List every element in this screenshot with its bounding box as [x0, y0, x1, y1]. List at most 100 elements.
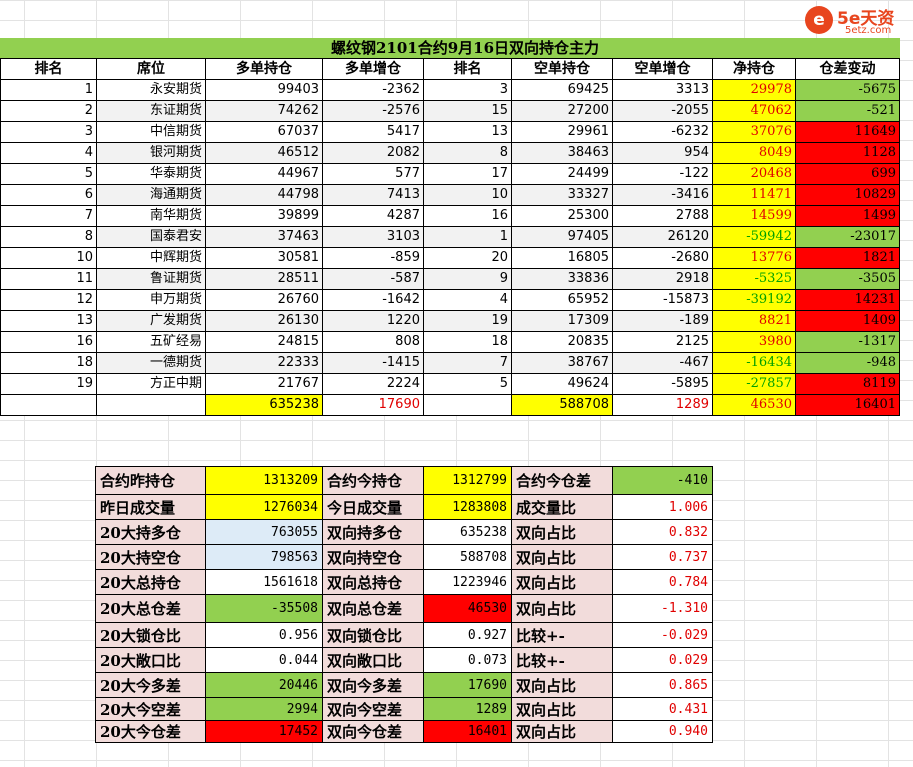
table-cell[interactable]: 8	[0, 226, 97, 248]
summary-value[interactable]: 2994	[205, 697, 323, 721]
summary-value[interactable]: 1283808	[423, 494, 512, 520]
summary-label[interactable]: 20大持多仓	[95, 519, 206, 545]
table-cell[interactable]: 申万期货	[96, 289, 206, 311]
table-cell[interactable]: -2055	[612, 100, 713, 122]
summary-value[interactable]: 1313209	[205, 466, 323, 495]
table-cell[interactable]: 11471	[712, 184, 796, 206]
header-cell[interactable]: 仓差变动	[795, 58, 900, 80]
table-cell[interactable]: 44798	[205, 184, 323, 206]
table-cell[interactable]: 5	[423, 373, 512, 395]
table-cell[interactable]: -15873	[612, 289, 713, 311]
table-cell[interactable]: 24499	[511, 163, 613, 185]
table-cell[interactable]: 10	[0, 247, 97, 269]
table-cell[interactable]: -16434	[712, 352, 796, 374]
table-cell[interactable]: 永安期货	[96, 79, 206, 101]
table-cell[interactable]: 13	[423, 121, 512, 143]
table-cell[interactable]: 4287	[322, 205, 424, 227]
table-cell[interactable]: 97405	[511, 226, 613, 248]
summary-value[interactable]: -0.029	[612, 622, 713, 648]
summary-label[interactable]: 双向持空仓	[322, 544, 424, 570]
table-cell[interactable]: -27857	[712, 373, 796, 395]
table-cell[interactable]: 39899	[205, 205, 323, 227]
summary-label[interactable]: 20大总持仓	[95, 569, 206, 595]
summary-label[interactable]: 双向占比	[511, 720, 613, 743]
table-cell[interactable]: 7	[423, 352, 512, 374]
total-cell[interactable]: 46530	[712, 394, 796, 416]
summary-value[interactable]: 0.940	[612, 720, 713, 743]
table-cell[interactable]: -948	[795, 352, 900, 374]
summary-label[interactable]: 昨日成交量	[95, 494, 206, 520]
summary-label[interactable]: 比较+-	[511, 622, 613, 648]
table-cell[interactable]: 4	[0, 142, 97, 164]
table-cell[interactable]: -23017	[795, 226, 900, 248]
table-cell[interactable]: 1220	[322, 310, 424, 332]
summary-value[interactable]: 1312799	[423, 466, 512, 495]
table-cell[interactable]: 26120	[612, 226, 713, 248]
total-cell[interactable]	[96, 394, 206, 416]
table-cell[interactable]: 7413	[322, 184, 424, 206]
summary-value[interactable]: 588708	[423, 544, 512, 570]
table-cell[interactable]: 47062	[712, 100, 796, 122]
table-cell[interactable]: -2576	[322, 100, 424, 122]
summary-label[interactable]: 20大今空差	[95, 697, 206, 721]
table-cell[interactable]: 11649	[795, 121, 900, 143]
summary-label[interactable]: 双向占比	[511, 519, 613, 545]
total-cell[interactable]	[0, 394, 97, 416]
table-cell[interactable]: 1	[0, 79, 97, 101]
table-cell[interactable]: -5325	[712, 268, 796, 290]
summary-value[interactable]: -35508	[205, 594, 323, 623]
summary-label[interactable]: 合约今持仓	[322, 466, 424, 495]
summary-label[interactable]: 今日成交量	[322, 494, 424, 520]
table-cell[interactable]: 2125	[612, 331, 713, 353]
table-cell[interactable]: 10	[423, 184, 512, 206]
total-cell[interactable]	[423, 394, 512, 416]
summary-value[interactable]: 763055	[205, 519, 323, 545]
summary-label[interactable]: 20大敞口比	[95, 647, 206, 673]
summary-label[interactable]: 双向今多差	[322, 672, 424, 698]
table-cell[interactable]: 3103	[322, 226, 424, 248]
table-cell[interactable]: 26760	[205, 289, 323, 311]
summary-label[interactable]: 20大锁仓比	[95, 622, 206, 648]
table-cell[interactable]: 银河期货	[96, 142, 206, 164]
table-cell[interactable]: 海通期货	[96, 184, 206, 206]
summary-label[interactable]: 双向占比	[511, 672, 613, 698]
table-cell[interactable]: 6	[0, 184, 97, 206]
summary-value[interactable]: 0.784	[612, 569, 713, 595]
table-cell[interactable]: 8821	[712, 310, 796, 332]
table-cell[interactable]: -6232	[612, 121, 713, 143]
table-cell[interactable]: 1409	[795, 310, 900, 332]
table-cell[interactable]: 29961	[511, 121, 613, 143]
table-cell[interactable]: -587	[322, 268, 424, 290]
table-cell[interactable]: -521	[795, 100, 900, 122]
summary-label[interactable]: 双向敞口比	[322, 647, 424, 673]
table-cell[interactable]: -1415	[322, 352, 424, 374]
summary-value[interactable]: 0.832	[612, 519, 713, 545]
table-cell[interactable]: -3505	[795, 268, 900, 290]
table-cell[interactable]: 2788	[612, 205, 713, 227]
table-cell[interactable]: 5417	[322, 121, 424, 143]
summary-value[interactable]: 17690	[423, 672, 512, 698]
table-cell[interactable]: 8049	[712, 142, 796, 164]
summary-value[interactable]: 0.044	[205, 647, 323, 673]
header-cell[interactable]: 排名	[0, 58, 97, 80]
summary-value[interactable]: 1276034	[205, 494, 323, 520]
table-cell[interactable]: 9	[423, 268, 512, 290]
table-cell[interactable]: 28511	[205, 268, 323, 290]
summary-label[interactable]: 双向总仓差	[322, 594, 424, 623]
table-cell[interactable]: 2082	[322, 142, 424, 164]
table-cell[interactable]: 46512	[205, 142, 323, 164]
summary-label[interactable]: 20大总仓差	[95, 594, 206, 623]
table-cell[interactable]: 8	[423, 142, 512, 164]
table-cell[interactable]: 69425	[511, 79, 613, 101]
table-cell[interactable]: -1317	[795, 331, 900, 353]
table-cell[interactable]: 18	[423, 331, 512, 353]
table-cell[interactable]: 1499	[795, 205, 900, 227]
table-cell[interactable]: 26130	[205, 310, 323, 332]
table-cell[interactable]: 3313	[612, 79, 713, 101]
summary-value[interactable]: 0.737	[612, 544, 713, 570]
table-cell[interactable]: 808	[322, 331, 424, 353]
table-cell[interactable]: 鲁证期货	[96, 268, 206, 290]
table-cell[interactable]: 20835	[511, 331, 613, 353]
table-cell[interactable]: 25300	[511, 205, 613, 227]
summary-label[interactable]: 双向占比	[511, 569, 613, 595]
